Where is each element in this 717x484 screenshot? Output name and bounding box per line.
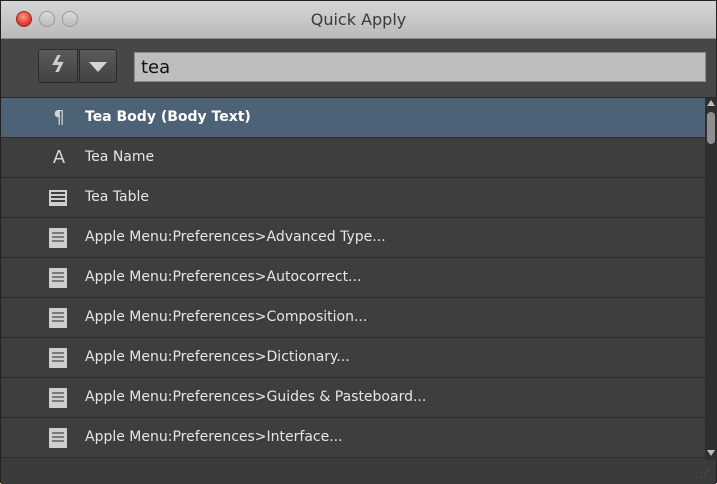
menu-command-icon <box>49 228 67 248</box>
search-bar: ϟ <box>1 39 716 98</box>
menu-command-icon <box>49 428 67 448</box>
scroll-thumb[interactable] <box>707 112 715 144</box>
list-item-label: Apple Menu:Preferences>Guides & Pasteboa… <box>85 389 427 405</box>
list-item[interactable]: Apple Menu:Preferences>Interface... <box>1 418 705 458</box>
title-bar: Quick Apply <box>1 1 716 39</box>
list-item-label: Tea Body (Body Text) <box>85 109 251 125</box>
list-item[interactable]: A Tea Name <box>1 138 705 178</box>
window-title: Quick Apply <box>310 10 407 29</box>
menu-command-icon <box>49 268 67 288</box>
list-item[interactable]: Apple Menu:Preferences>Dictionary... <box>1 338 705 378</box>
list-item-label: Tea Table <box>85 189 150 205</box>
results-list: ¶ Tea Body (Body Text) A Tea Name Tea Ta… <box>1 98 705 460</box>
paragraph-style-icon: ¶ <box>53 107 65 128</box>
list-item[interactable]: Apple Menu:Preferences>Autocorrect... <box>1 258 705 298</box>
scroll-down-arrow-icon[interactable] <box>707 450 715 456</box>
list-item[interactable]: Apple Menu:Preferences>Advanced Type... <box>1 218 705 258</box>
list-item[interactable]: ¶ Tea Body (Body Text) <box>1 98 705 138</box>
character-style-icon: A <box>52 147 66 168</box>
menu-command-icon <box>49 348 67 368</box>
list-item-label: Apple Menu:Preferences>Composition... <box>85 309 368 325</box>
resize-grip-icon[interactable]: ⋰ <box>700 469 710 480</box>
list-item[interactable]: Apple Menu:Preferences>Guides & Pasteboa… <box>1 378 705 418</box>
scrollbar[interactable] <box>705 98 717 460</box>
list-item-label: Apple Menu:Preferences>Autocorrect... <box>85 269 362 285</box>
lightning-bolt-icon[interactable]: ϟ <box>38 49 78 83</box>
list-item-label: Tea Name <box>85 149 155 165</box>
list-item-label: Apple Menu:Preferences>Advanced Type... <box>85 229 386 245</box>
search-input[interactable] <box>134 52 706 82</box>
list-item-label: Apple Menu:Preferences>Dictionary... <box>85 349 350 365</box>
list-item-label: Apple Menu:Preferences>Interface... <box>85 429 343 445</box>
list-item[interactable]: Tea Table <box>1 178 705 218</box>
menu-command-icon <box>49 388 67 408</box>
chevron-down-icon <box>89 62 107 72</box>
menu-command-icon <box>49 308 67 328</box>
scroll-up-arrow-icon[interactable] <box>707 100 715 106</box>
window-footer: ⋰ <box>1 460 716 484</box>
quick-apply-window: Quick Apply ϟ ¶ Tea Body (Body Text) A T… <box>0 0 717 484</box>
dropdown-button[interactable] <box>79 49 117 83</box>
list-item[interactable]: Apple Menu:Preferences>Composition... <box>1 298 705 338</box>
table-style-icon <box>49 190 67 206</box>
